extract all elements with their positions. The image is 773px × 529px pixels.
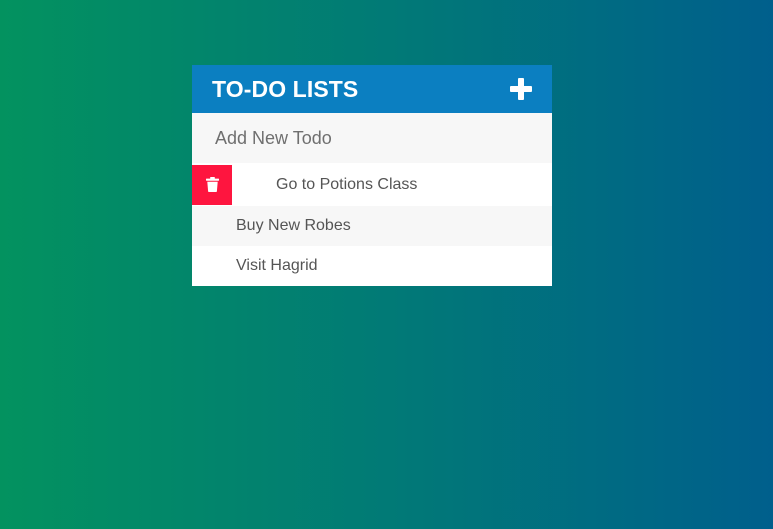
todo-list: Go to Potions Class Buy New Robes Visit …	[192, 163, 552, 286]
page-title: TO-DO LISTS	[212, 75, 359, 102]
new-todo-input[interactable]	[192, 113, 552, 163]
todo-label: Buy New Robes	[236, 217, 351, 234]
delete-button[interactable]	[192, 164, 232, 205]
todo-label: Visit Hagrid	[236, 257, 318, 274]
todo-card: TO-DO LISTS Go to Potions Class Buy New …	[192, 65, 552, 286]
trash-icon	[205, 177, 219, 192]
plus-icon[interactable]	[510, 78, 532, 100]
list-item[interactable]: Buy New Robes	[192, 206, 552, 246]
todo-header: TO-DO LISTS	[192, 65, 552, 113]
list-item[interactable]: Visit Hagrid	[192, 246, 552, 286]
list-item[interactable]: Go to Potions Class	[192, 163, 552, 206]
todo-label: Go to Potions Class	[276, 175, 418, 193]
